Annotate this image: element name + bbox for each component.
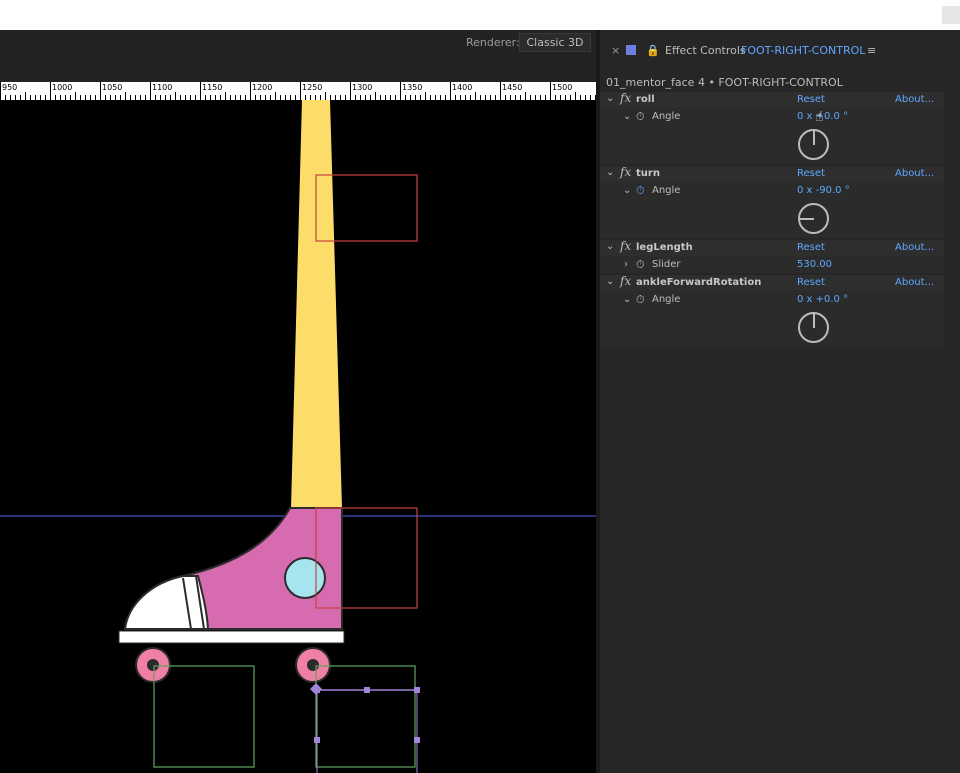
property-label: Angle <box>652 185 681 196</box>
stopwatch-icon[interactable]: ⏱ <box>636 293 645 307</box>
ruler-label: 1100 <box>152 83 173 92</box>
ruler-label: 1000 <box>52 83 73 92</box>
ruler-tick <box>550 82 551 100</box>
property-label: Angle <box>652 111 681 122</box>
reset-link[interactable]: Reset <box>797 168 825 179</box>
angle-value[interactable]: 0 x +0.0 ° <box>797 294 848 305</box>
shoe-sole <box>118 630 345 644</box>
shoe-eyelet <box>284 557 326 599</box>
ruler-tick <box>75 92 76 100</box>
about-link[interactable]: About... <box>895 277 934 288</box>
chevron-down-icon[interactable]: ⌄ <box>606 93 614 104</box>
chevron-down-icon[interactable]: ⌄ <box>623 294 631 305</box>
property-label: Slider <box>652 259 681 270</box>
stopwatch-icon[interactable]: ⏱ <box>636 184 645 198</box>
renderer-label: Renderer: <box>466 36 520 49</box>
ruler-tick <box>150 82 151 100</box>
comp-path: 01_mentor_face 4 • FOOT-RIGHT-CONTROL <box>606 76 843 89</box>
renderer-select[interactable]: Classic 3D <box>519 33 591 52</box>
ruler-label: 1500 <box>552 83 573 92</box>
lock-icon[interactable]: 🔒 <box>646 44 660 57</box>
ruler-tick <box>125 92 126 100</box>
ruler-label: 1350 <box>402 83 423 92</box>
ruler-label: 1300 <box>352 83 373 92</box>
angle-dial[interactable] <box>798 203 829 234</box>
chevron-down-icon[interactable]: ⌄ <box>623 111 631 122</box>
fx-icon[interactable]: fx <box>620 91 631 105</box>
ruler-tick <box>225 92 226 100</box>
window-button[interactable] <box>942 6 960 24</box>
chevron-down-icon[interactable]: ⌄ <box>606 167 614 178</box>
shoe-toe <box>123 575 210 630</box>
property-label: Angle <box>652 294 681 305</box>
stopwatch-icon[interactable]: ⏱ <box>636 110 645 124</box>
ruler-tick <box>25 92 26 100</box>
angle-dial[interactable] <box>798 129 829 160</box>
ruler-tick <box>200 82 201 100</box>
ruler-tick <box>475 92 476 100</box>
about-link[interactable]: About... <box>895 94 934 105</box>
layer-color-icon <box>626 45 636 55</box>
ruler-tick <box>450 82 451 100</box>
selection-handle <box>364 687 370 693</box>
close-tab-icon[interactable]: × <box>611 44 620 57</box>
ruler-label: 1250 <box>302 83 323 92</box>
effect-name: turn <box>636 168 660 179</box>
wheel-control-box-left <box>153 665 255 768</box>
effect-name: legLength <box>636 242 693 253</box>
ruler-tick <box>350 82 351 100</box>
ruler-label: 950 <box>2 83 18 92</box>
panel-menu-icon[interactable]: ≡ <box>867 44 876 57</box>
ruler-label: 1150 <box>202 83 223 92</box>
ruler-label: 1200 <box>252 83 273 92</box>
chevron-right-icon[interactable]: › <box>624 259 628 270</box>
ruler-tick <box>275 92 276 100</box>
ruler-label: 1400 <box>452 83 473 92</box>
horizontal-ruler: 950 1000 1050 1100 1150 1200 1250 1300 1350 1400 1… <box>0 82 596 100</box>
ruler-tick <box>300 82 301 100</box>
reset-link[interactable]: Reset <box>797 242 825 253</box>
chevron-down-icon[interactable]: ⌄ <box>606 241 614 252</box>
ruler-tick <box>575 92 576 100</box>
panel-title: Effect Controls <box>665 44 746 57</box>
ruler-tick <box>400 82 401 100</box>
selection-handle <box>314 737 320 743</box>
ruler-tick <box>325 92 326 100</box>
effect-name: ankleForwardRotation <box>636 277 762 288</box>
ruler-tick <box>50 82 51 100</box>
selection-handle <box>414 737 420 743</box>
ruler-label: 1050 <box>102 83 123 92</box>
ruler-tick <box>425 92 426 100</box>
anchor-point <box>310 683 322 695</box>
effect-name: roll <box>636 94 655 105</box>
fx-icon[interactable]: fx <box>620 165 631 179</box>
ruler-tick <box>525 92 526 100</box>
leg-shape <box>291 100 342 508</box>
ruler-tick <box>500 82 501 100</box>
title-bar <box>0 0 960 30</box>
ruler-tick <box>100 82 101 100</box>
wheel-control-box-right <box>315 665 416 768</box>
angle-value[interactable]: 0 x -90.0 ° <box>797 185 850 196</box>
about-link[interactable]: About... <box>895 168 934 179</box>
hand-cursor-icon: ☝ <box>815 109 824 125</box>
ruler-tick <box>175 92 176 100</box>
fx-icon[interactable]: fx <box>620 239 631 253</box>
layer-name[interactable]: FOOT-RIGHT-CONTROL <box>741 44 865 57</box>
composition-viewport[interactable] <box>0 100 596 773</box>
angle-dial[interactable] <box>798 312 829 343</box>
reset-link[interactable]: Reset <box>797 277 825 288</box>
ruler-label: 1450 <box>502 83 523 92</box>
ruler-tick <box>0 82 1 100</box>
chevron-down-icon[interactable]: ⌄ <box>606 276 614 287</box>
ruler-tick <box>375 92 376 100</box>
selection-handle <box>414 687 420 693</box>
slider-value[interactable]: 530.00 <box>797 259 832 270</box>
chevron-down-icon[interactable]: ⌄ <box>623 185 631 196</box>
ruler-tick <box>250 82 251 100</box>
stopwatch-icon[interactable]: ⏱ <box>636 258 645 272</box>
reset-link[interactable]: Reset <box>797 94 825 105</box>
fx-icon[interactable]: fx <box>620 274 631 288</box>
about-link[interactable]: About... <box>895 242 934 253</box>
